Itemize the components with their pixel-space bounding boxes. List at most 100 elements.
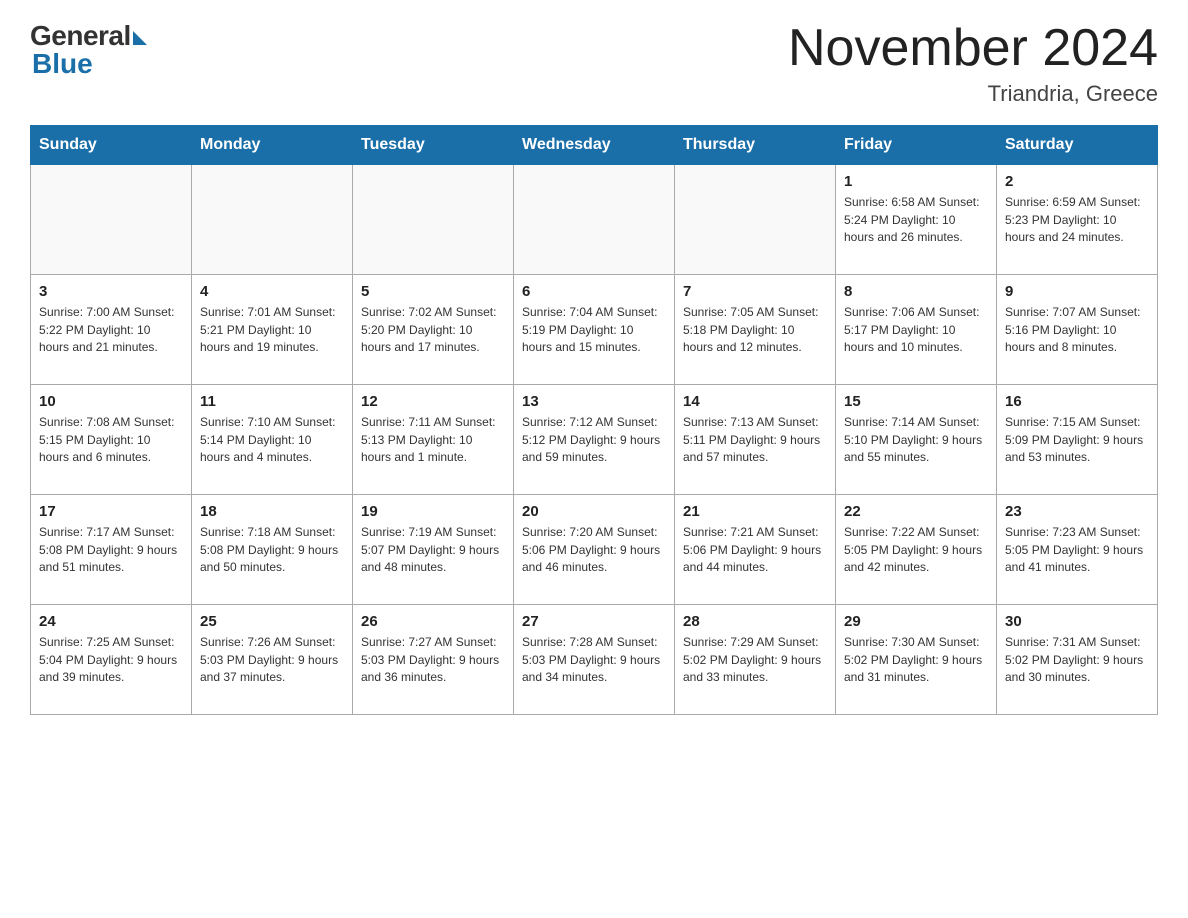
calendar-cell: 15Sunrise: 7:14 AM Sunset: 5:10 PM Dayli…: [836, 385, 997, 495]
day-info: Sunrise: 7:20 AM Sunset: 5:06 PM Dayligh…: [522, 524, 666, 576]
day-number: 20: [522, 501, 666, 522]
calendar-cell: 7Sunrise: 7:05 AM Sunset: 5:18 PM Daylig…: [675, 275, 836, 385]
header: General Blue November 2024 Triandria, Gr…: [30, 20, 1158, 107]
calendar-cell: 18Sunrise: 7:18 AM Sunset: 5:08 PM Dayli…: [192, 495, 353, 605]
calendar-cell: [353, 165, 514, 275]
day-info: Sunrise: 7:31 AM Sunset: 5:02 PM Dayligh…: [1005, 634, 1149, 686]
day-info: Sunrise: 7:11 AM Sunset: 5:13 PM Dayligh…: [361, 414, 505, 466]
day-info: Sunrise: 7:04 AM Sunset: 5:19 PM Dayligh…: [522, 304, 666, 356]
day-number: 2: [1005, 171, 1149, 192]
day-info: Sunrise: 7:08 AM Sunset: 5:15 PM Dayligh…: [39, 414, 183, 466]
day-info: Sunrise: 7:30 AM Sunset: 5:02 PM Dayligh…: [844, 634, 988, 686]
day-number: 28: [683, 611, 827, 632]
day-number: 30: [1005, 611, 1149, 632]
weekday-header-friday: Friday: [836, 126, 997, 165]
weekday-header-row: SundayMondayTuesdayWednesdayThursdayFrid…: [31, 126, 1158, 165]
day-number: 22: [844, 501, 988, 522]
day-number: 29: [844, 611, 988, 632]
day-number: 23: [1005, 501, 1149, 522]
calendar-cell: 12Sunrise: 7:11 AM Sunset: 5:13 PM Dayli…: [353, 385, 514, 495]
day-number: 1: [844, 171, 988, 192]
day-info: Sunrise: 7:21 AM Sunset: 5:06 PM Dayligh…: [683, 524, 827, 576]
calendar-cell: 21Sunrise: 7:21 AM Sunset: 5:06 PM Dayli…: [675, 495, 836, 605]
day-info: Sunrise: 7:15 AM Sunset: 5:09 PM Dayligh…: [1005, 414, 1149, 466]
day-info: Sunrise: 7:25 AM Sunset: 5:04 PM Dayligh…: [39, 634, 183, 686]
calendar-cell: 5Sunrise: 7:02 AM Sunset: 5:20 PM Daylig…: [353, 275, 514, 385]
calendar-cell: 17Sunrise: 7:17 AM Sunset: 5:08 PM Dayli…: [31, 495, 192, 605]
month-title: November 2024: [788, 20, 1158, 77]
calendar-cell: 24Sunrise: 7:25 AM Sunset: 5:04 PM Dayli…: [31, 605, 192, 715]
calendar-cell: [675, 165, 836, 275]
day-info: Sunrise: 7:14 AM Sunset: 5:10 PM Dayligh…: [844, 414, 988, 466]
day-number: 24: [39, 611, 183, 632]
calendar-cell: 6Sunrise: 7:04 AM Sunset: 5:19 PM Daylig…: [514, 275, 675, 385]
calendar-cell: 10Sunrise: 7:08 AM Sunset: 5:15 PM Dayli…: [31, 385, 192, 495]
day-info: Sunrise: 6:58 AM Sunset: 5:24 PM Dayligh…: [844, 194, 988, 246]
weekday-header-tuesday: Tuesday: [353, 126, 514, 165]
calendar-week-row: 17Sunrise: 7:17 AM Sunset: 5:08 PM Dayli…: [31, 495, 1158, 605]
calendar-cell: 16Sunrise: 7:15 AM Sunset: 5:09 PM Dayli…: [997, 385, 1158, 495]
calendar-cell: 29Sunrise: 7:30 AM Sunset: 5:02 PM Dayli…: [836, 605, 997, 715]
day-info: Sunrise: 7:00 AM Sunset: 5:22 PM Dayligh…: [39, 304, 183, 356]
calendar-cell: [192, 165, 353, 275]
calendar-cell: 3Sunrise: 7:00 AM Sunset: 5:22 PM Daylig…: [31, 275, 192, 385]
day-number: 15: [844, 391, 988, 412]
calendar-cell: 2Sunrise: 6:59 AM Sunset: 5:23 PM Daylig…: [997, 165, 1158, 275]
day-info: Sunrise: 7:05 AM Sunset: 5:18 PM Dayligh…: [683, 304, 827, 356]
day-info: Sunrise: 7:26 AM Sunset: 5:03 PM Dayligh…: [200, 634, 344, 686]
calendar-cell: 30Sunrise: 7:31 AM Sunset: 5:02 PM Dayli…: [997, 605, 1158, 715]
calendar-cell: 22Sunrise: 7:22 AM Sunset: 5:05 PM Dayli…: [836, 495, 997, 605]
day-number: 16: [1005, 391, 1149, 412]
day-number: 18: [200, 501, 344, 522]
day-info: Sunrise: 7:17 AM Sunset: 5:08 PM Dayligh…: [39, 524, 183, 576]
day-info: Sunrise: 7:06 AM Sunset: 5:17 PM Dayligh…: [844, 304, 988, 356]
day-number: 8: [844, 281, 988, 302]
day-number: 27: [522, 611, 666, 632]
day-number: 7: [683, 281, 827, 302]
calendar-cell: 4Sunrise: 7:01 AM Sunset: 5:21 PM Daylig…: [192, 275, 353, 385]
day-number: 12: [361, 391, 505, 412]
location-title: Triandria, Greece: [788, 81, 1158, 107]
day-number: 6: [522, 281, 666, 302]
weekday-header-saturday: Saturday: [997, 126, 1158, 165]
weekday-header-thursday: Thursday: [675, 126, 836, 165]
day-info: Sunrise: 7:12 AM Sunset: 5:12 PM Dayligh…: [522, 414, 666, 466]
calendar-cell: 1Sunrise: 6:58 AM Sunset: 5:24 PM Daylig…: [836, 165, 997, 275]
day-number: 14: [683, 391, 827, 412]
calendar-body: 1Sunrise: 6:58 AM Sunset: 5:24 PM Daylig…: [31, 165, 1158, 715]
day-info: Sunrise: 7:23 AM Sunset: 5:05 PM Dayligh…: [1005, 524, 1149, 576]
weekday-header-monday: Monday: [192, 126, 353, 165]
calendar-cell: 13Sunrise: 7:12 AM Sunset: 5:12 PM Dayli…: [514, 385, 675, 495]
calendar-cell: 11Sunrise: 7:10 AM Sunset: 5:14 PM Dayli…: [192, 385, 353, 495]
day-number: 10: [39, 391, 183, 412]
calendar-cell: 26Sunrise: 7:27 AM Sunset: 5:03 PM Dayli…: [353, 605, 514, 715]
day-number: 25: [200, 611, 344, 632]
day-info: Sunrise: 7:13 AM Sunset: 5:11 PM Dayligh…: [683, 414, 827, 466]
day-info: Sunrise: 7:10 AM Sunset: 5:14 PM Dayligh…: [200, 414, 344, 466]
day-info: Sunrise: 7:02 AM Sunset: 5:20 PM Dayligh…: [361, 304, 505, 356]
day-number: 21: [683, 501, 827, 522]
calendar-cell: 9Sunrise: 7:07 AM Sunset: 5:16 PM Daylig…: [997, 275, 1158, 385]
logo: General Blue: [30, 20, 147, 80]
day-number: 17: [39, 501, 183, 522]
calendar-cell: 25Sunrise: 7:26 AM Sunset: 5:03 PM Dayli…: [192, 605, 353, 715]
calendar-cell: 14Sunrise: 7:13 AM Sunset: 5:11 PM Dayli…: [675, 385, 836, 495]
calendar-week-row: 3Sunrise: 7:00 AM Sunset: 5:22 PM Daylig…: [31, 275, 1158, 385]
day-number: 3: [39, 281, 183, 302]
calendar-cell: 28Sunrise: 7:29 AM Sunset: 5:02 PM Dayli…: [675, 605, 836, 715]
day-info: Sunrise: 7:28 AM Sunset: 5:03 PM Dayligh…: [522, 634, 666, 686]
day-number: 11: [200, 391, 344, 412]
calendar-cell: 23Sunrise: 7:23 AM Sunset: 5:05 PM Dayli…: [997, 495, 1158, 605]
day-number: 5: [361, 281, 505, 302]
weekday-header-sunday: Sunday: [31, 126, 192, 165]
calendar-cell: 8Sunrise: 7:06 AM Sunset: 5:17 PM Daylig…: [836, 275, 997, 385]
day-info: Sunrise: 7:18 AM Sunset: 5:08 PM Dayligh…: [200, 524, 344, 576]
day-number: 26: [361, 611, 505, 632]
day-info: Sunrise: 7:22 AM Sunset: 5:05 PM Dayligh…: [844, 524, 988, 576]
day-info: Sunrise: 7:29 AM Sunset: 5:02 PM Dayligh…: [683, 634, 827, 686]
day-info: Sunrise: 6:59 AM Sunset: 5:23 PM Dayligh…: [1005, 194, 1149, 246]
calendar-week-row: 24Sunrise: 7:25 AM Sunset: 5:04 PM Dayli…: [31, 605, 1158, 715]
day-info: Sunrise: 7:27 AM Sunset: 5:03 PM Dayligh…: [361, 634, 505, 686]
calendar-cell: [514, 165, 675, 275]
day-info: Sunrise: 7:07 AM Sunset: 5:16 PM Dayligh…: [1005, 304, 1149, 356]
